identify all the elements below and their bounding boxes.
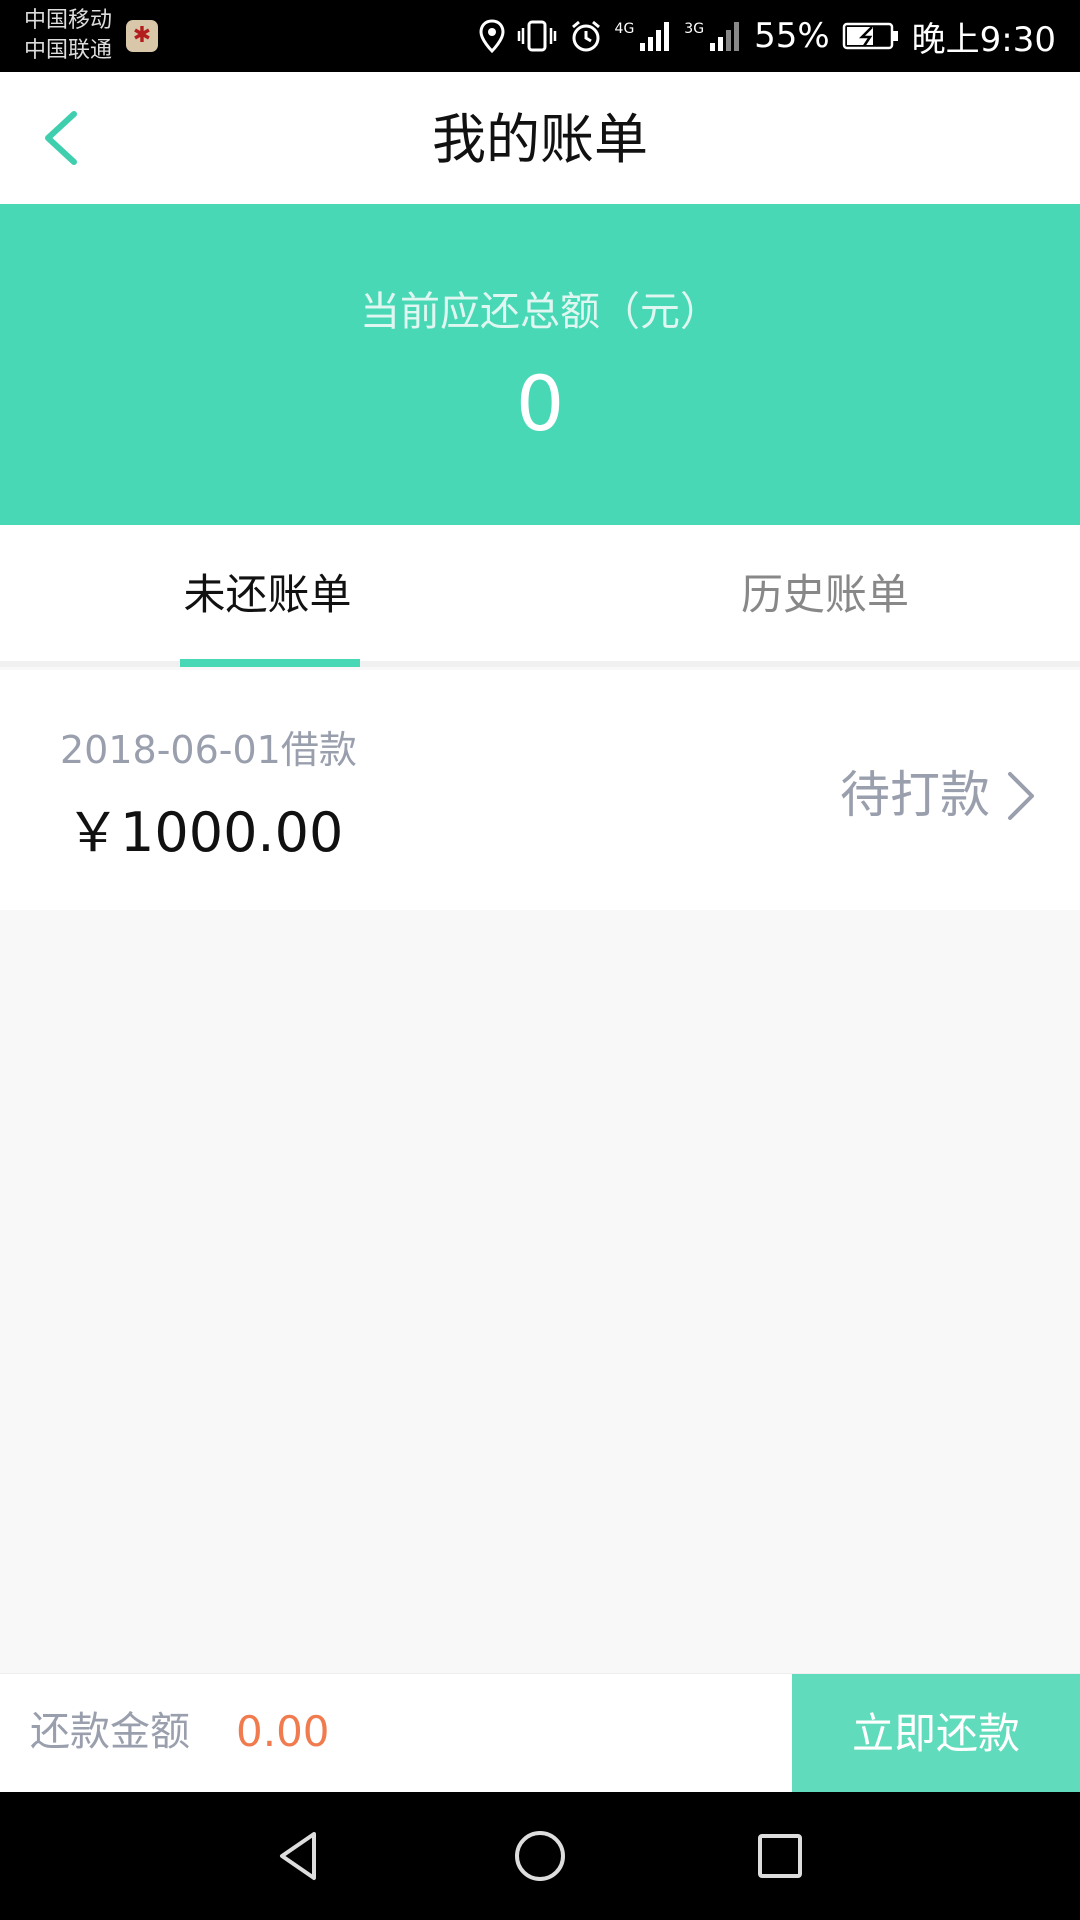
battery-percent: 55% — [754, 16, 830, 56]
carrier-1: 中国移动 — [24, 8, 113, 33]
location-icon — [479, 19, 505, 53]
total-due-summary: 当前应还总额（元） 0 — [0, 204, 1080, 525]
nav-bar: 我的账单 — [0, 72, 1080, 204]
active-tab-indicator — [180, 659, 360, 667]
status-bar: 中国移动 中国联通 ✱ 4G 3G 55% 晚上9:30 — [0, 0, 1080, 72]
alarm-icon — [569, 19, 603, 53]
clock: 晚上9:30 — [911, 19, 1056, 60]
carrier-info: 中国移动 中国联通 — [24, 6, 112, 66]
system-recents-button[interactable] — [750, 1826, 810, 1886]
tab-label: 未还账单 — [183, 570, 352, 619]
chevron-right-icon — [1008, 772, 1034, 820]
circle-home-icon — [515, 1831, 565, 1881]
system-back-button[interactable] — [270, 1826, 330, 1886]
battery-charging-icon — [842, 21, 900, 51]
network-type-2: 3G — [684, 21, 705, 37]
system-home-button[interactable] — [510, 1826, 570, 1886]
signal-icon — [638, 19, 672, 53]
triangle-back-icon — [280, 1832, 316, 1880]
list-item[interactable]: 2018-06-01借款 ￥1000.00 待打款 — [0, 670, 1080, 910]
tab-label: 历史账单 — [740, 570, 909, 619]
payment-amount-value: 0.00 — [236, 1707, 330, 1756]
payment-amount-label: 还款金额 — [30, 1709, 190, 1755]
vibrate-icon — [517, 19, 557, 53]
square-recents-icon — [758, 1834, 802, 1878]
tab-unpaid-bills[interactable]: 未还账单 — [0, 525, 540, 661]
carrier-2: 中国联通 — [24, 38, 113, 63]
status-indicators: 4G 3G 55% 晚上9:30 — [479, 0, 1056, 72]
bill-status: 待打款 — [840, 766, 990, 824]
system-nav-bar — [0, 1792, 1080, 1920]
payment-bar: 还款金额 0.00 立即还款 — [0, 1673, 1080, 1793]
signal-icon — [708, 19, 742, 53]
app-notification-icon: ✱ — [126, 20, 158, 52]
total-due-value: 0 — [515, 359, 565, 448]
bill-date: 2018-06-01借款 — [60, 728, 357, 772]
bill-tabs: 未还账单 历史账单 — [0, 525, 1080, 667]
bill-amount: ￥1000.00 — [66, 801, 344, 864]
page-title: 我的账单 — [432, 108, 648, 171]
tab-history-bills[interactable]: 历史账单 — [540, 525, 1080, 661]
total-due-label: 当前应还总额（元） — [360, 289, 720, 335]
network-type-1: 4G — [614, 21, 635, 37]
repay-now-button[interactable]: 立即还款 — [792, 1674, 1080, 1793]
